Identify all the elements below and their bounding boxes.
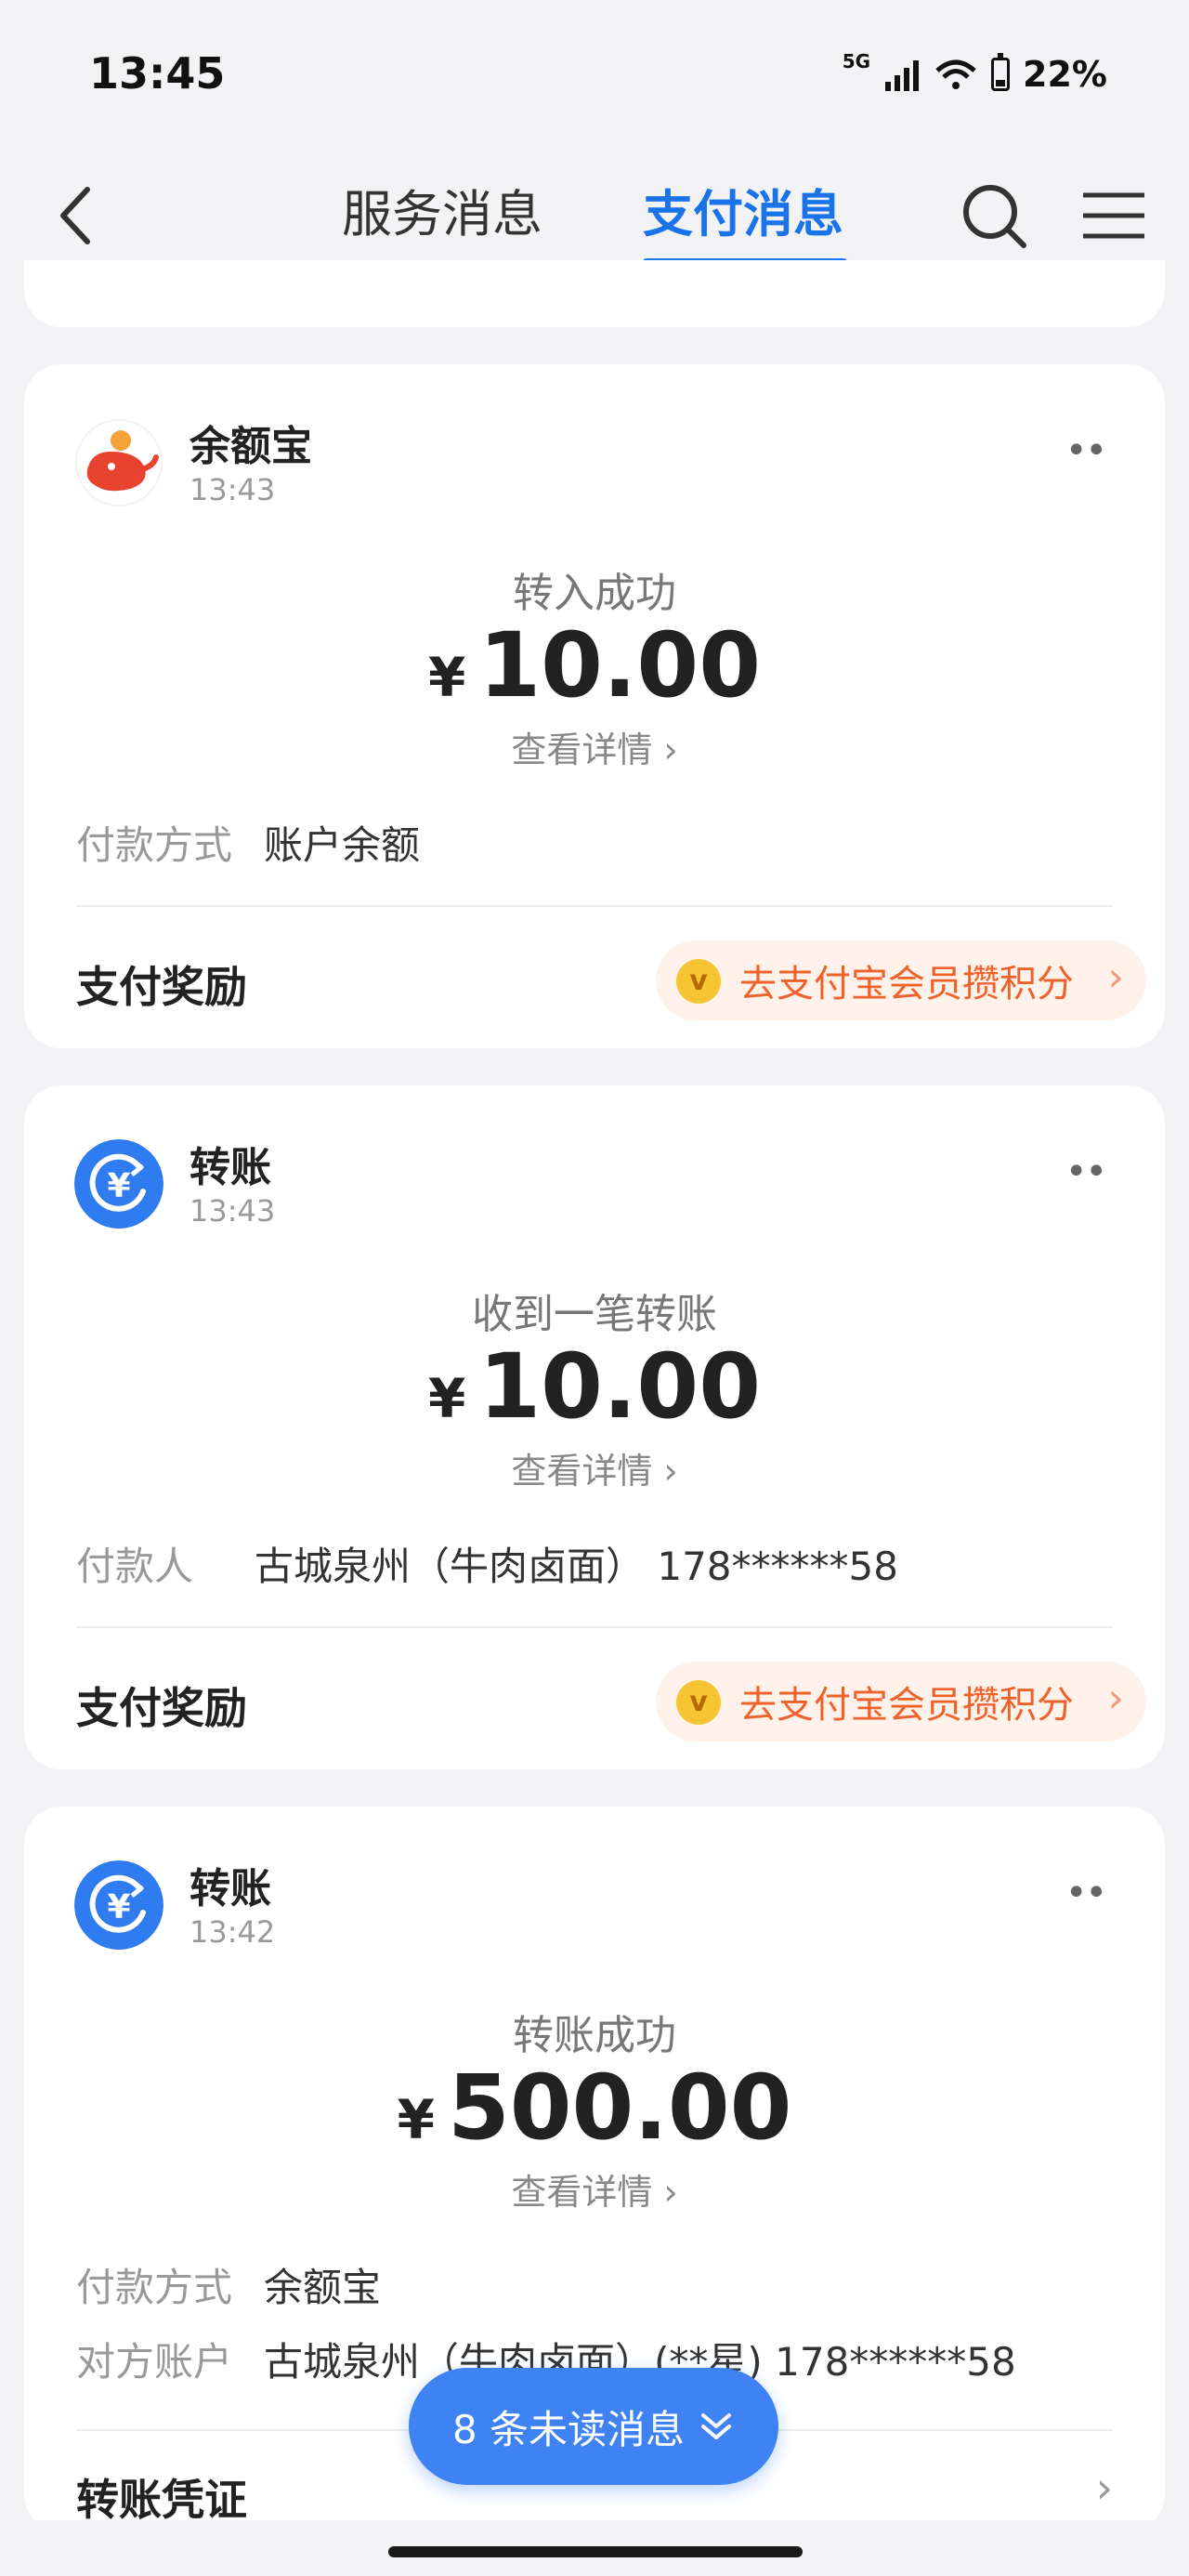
row-value: 余额宝 [264,2265,382,2310]
card-title: 转账 [189,1865,271,1912]
card-title: 转账 [189,1144,271,1191]
reward-label: 支付奖励 [76,962,247,1012]
card-amount: ¥500.00 [24,2056,1165,2160]
member-badge-icon: v [676,1680,721,1725]
status-icons: 5G 22% [843,50,1107,95]
view-details-link[interactable]: 查看详情 › [24,721,1165,772]
unread-messages-label: 8 条未读消息 [451,2406,686,2452]
transfer-icon: ¥ [74,1139,163,1229]
transfer-icon: ¥ [74,1860,163,1950]
view-details-label: 查看详情 [511,2172,653,2213]
card-amount: ¥10.00 [24,613,1165,717]
amount-value: 500.00 [447,2056,792,2160]
row-value: 古城泉州（牛肉卤面） 178******58 [255,1544,898,1589]
row-label: 付款方式 [76,822,233,868]
chevron-right-icon: › [663,2172,678,2213]
earn-points-label: 去支付宝会员攒积分 [739,1684,1074,1727]
card-headline: 收到一笔转账 [472,1291,717,1338]
network-label: 5G [842,50,871,72]
chevron-right-icon: › [663,729,678,770]
chevron-right-icon[interactable]: › [1096,2463,1113,2513]
row-label: 付款方式 [76,2265,233,2310]
row-label: 对方账户 [76,2339,233,2385]
row-value: 账户余额 [264,822,421,868]
home-indicator[interactable] [388,2546,803,2557]
card-title: 余额宝 [189,423,312,470]
transfer-voucher-label[interactable]: 转账凭证 [76,2466,247,2528]
svg-text:¥: ¥ [107,1167,130,1205]
earn-points-button[interactable]: v 去支付宝会员攒积分 › [656,1662,1146,1741]
chevron-right-icon: › [1107,1675,1124,1722]
unread-messages-button[interactable]: 8 条未读消息 [409,2368,778,2485]
card-headline: 转入成功 [513,570,676,617]
yuebao-icon [74,418,163,507]
message-card-yuebao[interactable]: 余额宝 13:43 •• 转入成功 ¥10.00 查看详情 › 付款方式 账户余额… [24,364,1165,1048]
earn-points-button[interactable]: v 去支付宝会员攒积分 › [656,940,1146,1020]
battery-percent: 22% [1023,54,1107,95]
card-time: 13:42 [189,1914,276,1950]
menu-icon[interactable] [1081,188,1146,243]
tab-payment-messages[interactable]: 支付消息 [643,173,843,246]
divider [76,905,1113,907]
view-details-label: 查看详情 [511,1451,653,1492]
view-details-link[interactable]: 查看详情 › [24,1442,1165,1493]
back-icon[interactable] [48,178,104,253]
battery-icon [991,53,1011,91]
reward-label: 支付奖励 [76,1683,247,1733]
info-row: 付款方式 账户余额 [76,814,420,871]
more-options-icon[interactable]: •• [1065,429,1107,472]
card-amount: ¥10.00 [24,1334,1165,1439]
more-options-icon[interactable]: •• [1065,1872,1107,1914]
row-label: 付款人 [76,1544,194,1589]
view-details-label: 查看详情 [511,729,653,770]
svg-text:¥: ¥ [107,1888,130,1926]
earn-points-label: 去支付宝会员攒积分 [739,963,1074,1005]
amount-value: 10.00 [478,1334,761,1439]
view-details-link[interactable]: 查看详情 › [24,2163,1165,2215]
message-card-transfer-received[interactable]: ¥ 转账 13:43 •• 收到一笔转账 ¥10.00 查看详情 › 付款人 古城… [24,1085,1165,1769]
currency-symbol: ¥ [427,1367,466,1430]
card-time: 13:43 [189,472,276,507]
chevron-right-icon: › [1107,953,1124,1001]
tab-service-messages[interactable]: 服务消息 [342,173,542,246]
nav-bar: 服务消息 支付消息 [0,139,1189,279]
status-bar: 13:45 5G 22% [0,0,1189,139]
info-row: 付款人 古城泉州（牛肉卤面） 178******58 [76,1535,898,1592]
divider [76,1626,1113,1628]
currency-symbol: ¥ [427,646,466,709]
info-row: 付款方式 余额宝 [76,2256,381,2313]
wifi-icon [935,59,976,89]
card-time: 13:43 [189,1193,276,1229]
card-headline: 转账成功 [513,2012,676,2059]
amount-value: 10.00 [478,613,761,717]
double-chevron-down-icon [701,2413,732,2439]
previous-card-edge [24,260,1165,327]
signal-icon [885,60,920,91]
currency-symbol: ¥ [397,2088,435,2151]
member-badge-icon: v [676,959,721,1004]
chevron-right-icon: › [663,1451,678,1492]
search-icon[interactable] [957,178,1031,253]
status-time: 13:45 [89,48,226,99]
more-options-icon[interactable]: •• [1065,1150,1107,1193]
